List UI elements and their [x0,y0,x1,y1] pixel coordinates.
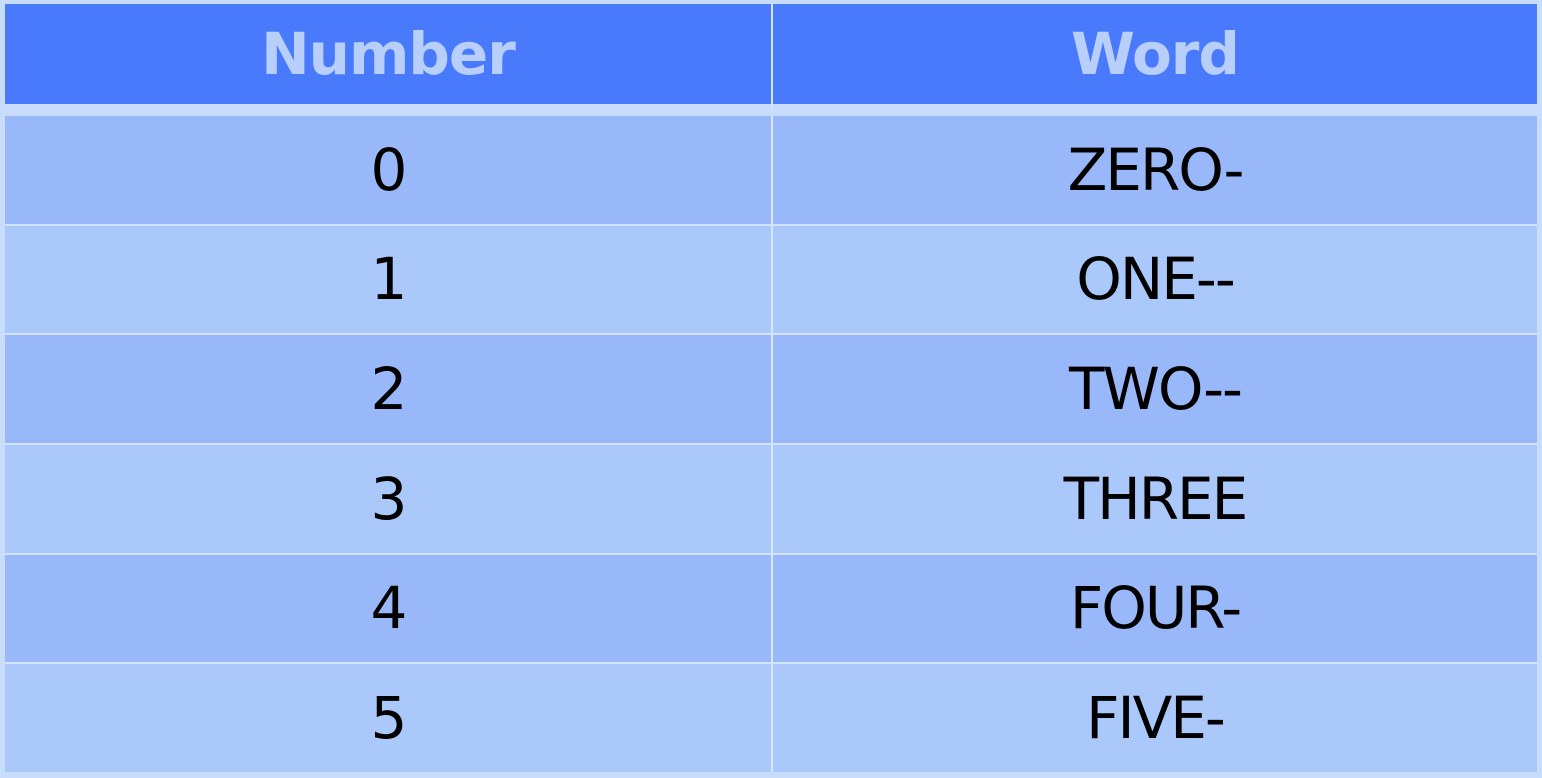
cell-number: 1 [5,223,771,334]
cell-word: THREE [771,442,1537,553]
table-row: 4 FOUR- [5,552,1537,663]
table-container: Number Word 0 ZERO- 1 ONE-- 2 TWO-- 3 TH… [0,0,1542,778]
cell-number: 0 [5,116,771,224]
number-word-table: Number Word 0 ZERO- 1 ONE-- 2 TWO-- 3 TH… [5,4,1537,772]
cell-word: ONE-- [771,223,1537,334]
cell-number: 4 [5,552,771,663]
table-row: 2 TWO-- [5,333,1537,443]
header-number: Number [5,4,771,116]
cell-word: ZERO- [771,116,1537,224]
cell-word: FIVE- [771,662,1537,772]
cell-word: FOUR- [771,552,1537,663]
cell-number: 2 [5,333,771,443]
table-row: 5 FIVE- [5,662,1537,772]
header-word: Word [771,4,1537,116]
table-row: 1 ONE-- [5,223,1537,334]
cell-word: TWO-- [771,333,1537,443]
table-header-row: Number Word [5,4,1537,116]
cell-number: 3 [5,442,771,553]
table-row: 0 ZERO- [5,116,1537,224]
table-row: 3 THREE [5,442,1537,553]
cell-number: 5 [5,662,771,772]
